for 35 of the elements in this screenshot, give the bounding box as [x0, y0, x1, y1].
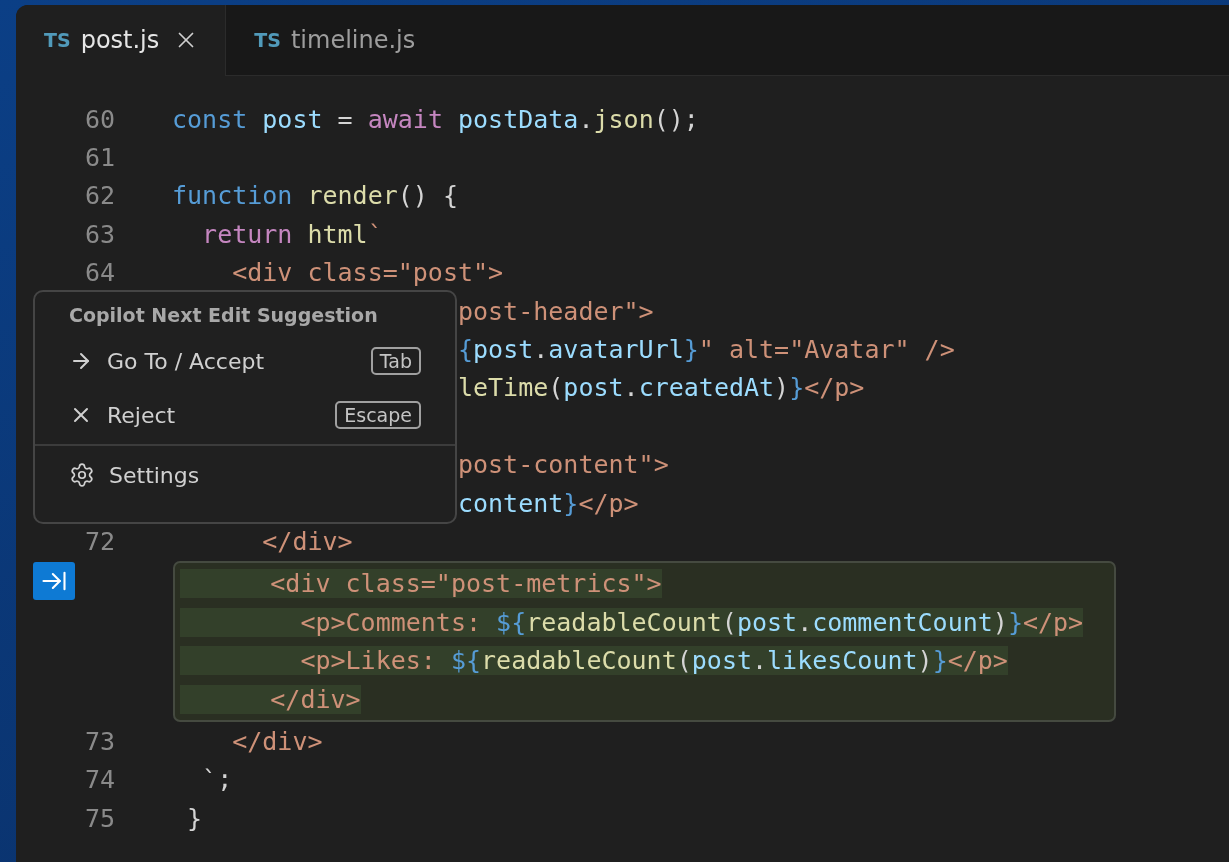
code-line: `; — [201, 765, 233, 795]
code-line: content}</p> — [457, 488, 639, 518]
line-number: 74 — [84, 765, 116, 795]
code-line: function render() { — [172, 181, 458, 211]
editor-tab[interactable]: TS timeline.js — [225, 5, 442, 76]
menu-item[interactable]: Settings — [35, 448, 455, 502]
code-line: post-header"> — [457, 296, 654, 326]
line-number: 63 — [84, 219, 116, 249]
file-type-label: TS — [254, 29, 281, 51]
menu-item[interactable]: Reject Escape — [35, 388, 455, 442]
tab-label: post.js — [80, 26, 160, 54]
keybinding: Tab — [370, 347, 421, 375]
code-line: post-content"> — [457, 450, 669, 480]
line-number: 60 — [84, 104, 116, 134]
popup-title: Copilot Next Edit Suggestion — [68, 303, 379, 328]
code-line: const post = await postData.json(); — [172, 104, 699, 134]
code-line: leTime(post.createdAt)}</p> — [457, 373, 865, 403]
code-line: </div> — [261, 527, 353, 556]
line-number: 72 — [84, 527, 116, 556]
settings-icon — [69, 462, 95, 488]
keybinding: Escape — [335, 401, 421, 429]
accept-suggestion-icon[interactable] — [33, 561, 75, 600]
line-number: 73 — [84, 726, 116, 756]
line-number: 64 — [84, 258, 116, 288]
tab-label: timeline.js — [290, 26, 416, 54]
file-type-label: TS — [44, 29, 71, 51]
code-line: {post.avatarUrl}" alt="Avatar" /> — [457, 335, 955, 365]
code-line: return html` — [201, 219, 383, 249]
code-line: </div> — [231, 726, 323, 756]
code-line: } — [186, 803, 203, 833]
line-number: 75 — [84, 803, 116, 833]
line-number: 62 — [84, 181, 116, 211]
code-line: <div class="post"> — [231, 258, 504, 288]
menu-item[interactable]: Go To / Accept Tab — [35, 334, 455, 388]
line-number: 61 — [84, 143, 116, 173]
